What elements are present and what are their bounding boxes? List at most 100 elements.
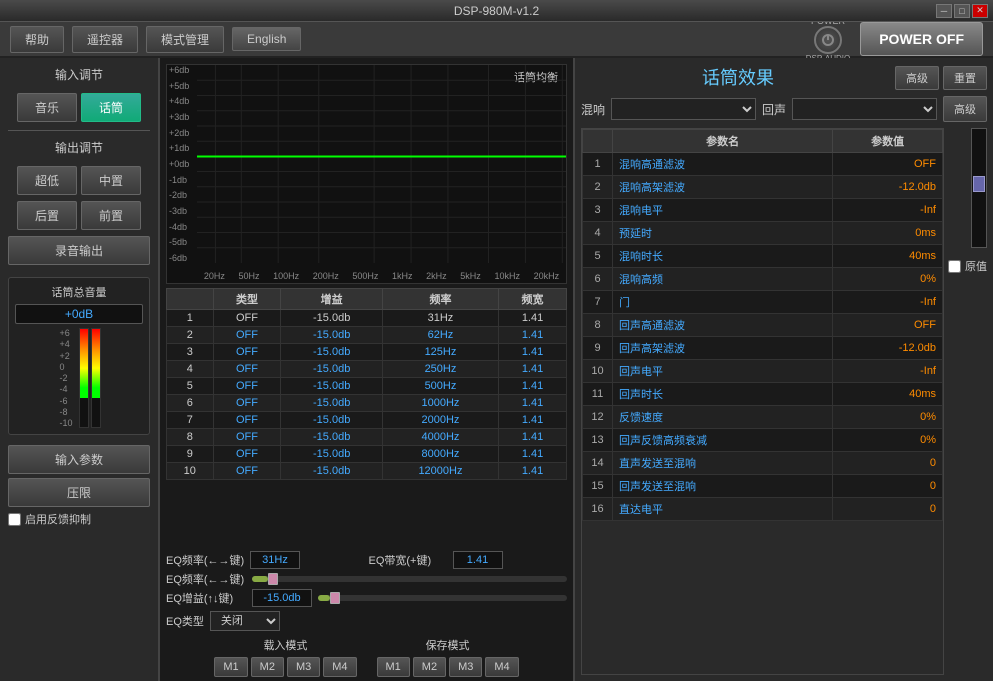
eq-col-num xyxy=(167,289,214,310)
param-table-row[interactable]: 11 回声时长 40ms xyxy=(583,383,943,406)
save-m3-button[interactable]: M3 xyxy=(449,657,482,677)
eq-row-freq: 12000Hz xyxy=(382,463,498,480)
eq-row-gain: -15.0db xyxy=(281,429,382,446)
eq-table-row[interactable]: 8 OFF -15.0db 4000Hz 1.41 xyxy=(167,429,567,446)
record-output-button[interactable]: 录音输出 xyxy=(8,236,150,265)
eq-type-row: EQ类型 关闭 低架 高架 峰值 xyxy=(160,609,573,633)
effect-vertical-slider[interactable] xyxy=(971,128,987,248)
english-button[interactable]: English xyxy=(232,27,301,51)
save-m4-button[interactable]: M4 xyxy=(485,657,518,677)
param-table-row[interactable]: 7 门 -Inf xyxy=(583,291,943,314)
eq-bw-row: EQ带宽(+键) 1.41 xyxy=(369,551,568,569)
param-table-row[interactable]: 13 回声反馈高频衰减 0% xyxy=(583,429,943,452)
close-button[interactable]: ✕ xyxy=(972,4,988,18)
help-button[interactable]: 帮助 xyxy=(10,26,64,53)
eq-table-row[interactable]: 7 OFF -15.0db 2000Hz 1.41 xyxy=(167,412,567,429)
input-params-button[interactable]: 输入参数 xyxy=(8,445,150,474)
eq-gain-value: -15.0db xyxy=(252,589,312,607)
load-m2-button[interactable]: M2 xyxy=(251,657,284,677)
param-table-row[interactable]: 1 混响高通滤波 OFF xyxy=(583,153,943,176)
eq-row-type: OFF xyxy=(213,327,281,344)
eq-type-select[interactable]: 关闭 低架 高架 峰值 xyxy=(210,611,280,631)
input-section-title: 输入调节 xyxy=(8,66,150,83)
param-row-num: 8 xyxy=(583,314,613,337)
reverb-advanced-button[interactable]: 高级 xyxy=(943,96,987,122)
bottom-btns: 输入参数 压限 启用反馈抑制 xyxy=(8,445,150,527)
front-button[interactable]: 前置 xyxy=(81,201,141,230)
feedback-suppress-row: 启用反馈抑制 xyxy=(8,511,150,527)
eq-row-type: OFF xyxy=(213,395,281,412)
volume-display: +0dB xyxy=(15,304,143,324)
eq-table-row[interactable]: 1 OFF -15.0db 31Hz 1.41 xyxy=(167,310,567,327)
reverb-select[interactable] xyxy=(611,98,756,120)
subwoofer-button[interactable]: 超低 xyxy=(17,166,77,195)
maximize-button[interactable]: □ xyxy=(954,4,970,18)
param-row-value: 0 xyxy=(833,475,943,498)
advanced-button[interactable]: 高级 xyxy=(895,66,939,90)
param-table-row[interactable]: 6 混响高频 0% xyxy=(583,268,943,291)
power-off-button[interactable]: POWER OFF xyxy=(860,22,983,56)
compression-button[interactable]: 压限 xyxy=(8,478,150,507)
eq-table-row[interactable]: 10 OFF -15.0db 12000Hz 1.41 xyxy=(167,463,567,480)
eq-table-row[interactable]: 3 OFF -15.0db 125Hz 1.41 xyxy=(167,344,567,361)
eq-table-row[interactable]: 4 OFF -15.0db 250Hz 1.41 xyxy=(167,361,567,378)
eq-table-row[interactable]: 9 OFF -15.0db 8000Hz 1.41 xyxy=(167,446,567,463)
param-table-row[interactable]: 3 混响电平 -Inf xyxy=(583,199,943,222)
eq-table-row[interactable]: 5 OFF -15.0db 500Hz 1.41 xyxy=(167,378,567,395)
param-row-value: -Inf xyxy=(833,199,943,222)
param-row-name: 预延时 xyxy=(613,222,833,245)
param-table-row[interactable]: 8 回声高通滤波 OFF xyxy=(583,314,943,337)
param-table-row[interactable]: 15 回声发送至混响 0 xyxy=(583,475,943,498)
load-mode-group: 载入模式 M1 M2 M3 M4 xyxy=(214,637,356,677)
eq-gain-slider[interactable] xyxy=(318,595,567,601)
param-table-row[interactable]: 12 反馈速度 0% xyxy=(583,406,943,429)
reset-button[interactable]: 重置 xyxy=(943,66,987,90)
eq-row-gain: -15.0db xyxy=(281,446,382,463)
echo-label: 回声 xyxy=(762,101,786,118)
mic-button[interactable]: 话筒 xyxy=(81,93,141,122)
output-btn-row1: 超低 中置 xyxy=(8,166,150,195)
eq-table-row[interactable]: 2 OFF -15.0db 62Hz 1.41 xyxy=(167,327,567,344)
minimize-button[interactable]: ─ xyxy=(936,4,952,18)
param-table-row[interactable]: 16 直达电平 0 xyxy=(583,498,943,521)
param-table-row[interactable]: 5 混响时长 40ms xyxy=(583,245,943,268)
param-row-num: 11 xyxy=(583,383,613,406)
mode-manage-button[interactable]: 模式管理 xyxy=(146,26,224,53)
param-row-num: 1 xyxy=(583,153,613,176)
load-m4-button[interactable]: M4 xyxy=(323,657,356,677)
volume-title: 话筒总音量 xyxy=(15,284,143,300)
load-m1-button[interactable]: M1 xyxy=(214,657,247,677)
param-table-row[interactable]: 4 预延时 0ms xyxy=(583,222,943,245)
music-button[interactable]: 音乐 xyxy=(17,93,77,122)
echo-select[interactable] xyxy=(792,98,937,120)
save-m1-button[interactable]: M1 xyxy=(377,657,410,677)
param-table-row[interactable]: 10 回声电平 -Inf xyxy=(583,360,943,383)
power-circle-button[interactable] xyxy=(814,26,842,54)
param-table-row[interactable]: 2 混响高架滤波 -12.0db xyxy=(583,176,943,199)
eq-row-gain: -15.0db xyxy=(281,361,382,378)
eq-row-freq: 2000Hz xyxy=(382,412,498,429)
original-checkbox[interactable] xyxy=(948,260,961,273)
param-row-name: 反馈速度 xyxy=(613,406,833,429)
eq-row-num: 10 xyxy=(167,463,214,480)
param-row-name: 回声电平 xyxy=(613,360,833,383)
center-button[interactable]: 中置 xyxy=(81,166,141,195)
rear-button[interactable]: 后置 xyxy=(17,201,77,230)
param-row-num: 16 xyxy=(583,498,613,521)
eq-freq-slider[interactable] xyxy=(252,576,567,582)
eq-col-gain: 增益 xyxy=(281,289,382,310)
eq-table-row[interactable]: 6 OFF -15.0db 1000Hz 1.41 xyxy=(167,395,567,412)
input-btn-row: 音乐 话筒 xyxy=(8,93,150,122)
eq-row-freq: 8000Hz xyxy=(382,446,498,463)
meter-wrap: +6+4+20 -2-4-6-8-10 xyxy=(15,328,143,428)
power-icon-wrap: POWER DSP-AUDIO xyxy=(806,16,850,63)
param-table-row[interactable]: 14 直声发送至混响 0 xyxy=(583,452,943,475)
eq-row-bw: 1.41 xyxy=(499,429,567,446)
save-m2-button[interactable]: M2 xyxy=(413,657,446,677)
param-table-row[interactable]: 9 回声高架滤波 -12.0db xyxy=(583,337,943,360)
feedback-suppress-checkbox[interactable] xyxy=(8,513,21,526)
reverb-label: 混响 xyxy=(581,101,605,118)
advanced-reset-row: 高级 重置 xyxy=(895,66,987,90)
load-m3-button[interactable]: M3 xyxy=(287,657,320,677)
remote-button[interactable]: 遥控器 xyxy=(72,26,138,53)
